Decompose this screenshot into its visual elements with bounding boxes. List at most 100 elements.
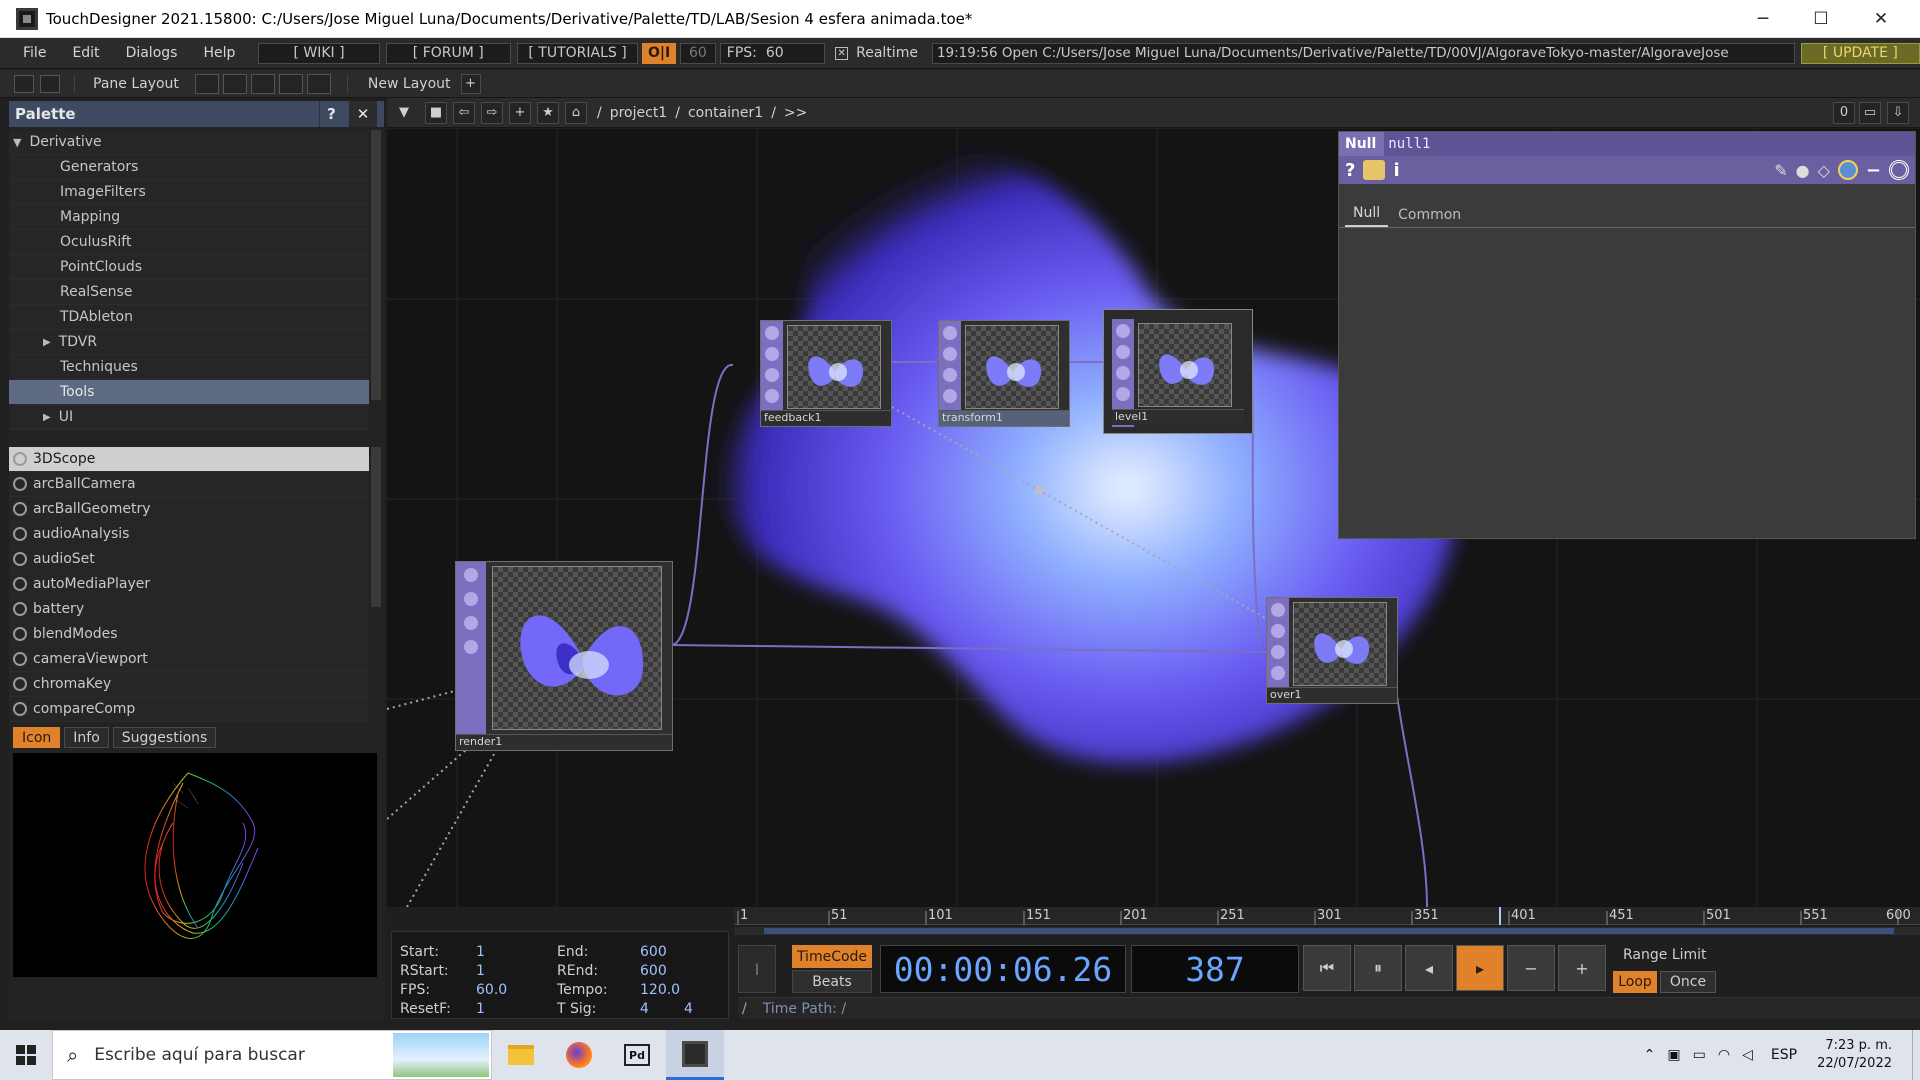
export-flag-icon[interactable] [765, 368, 779, 382]
menu-dialogs[interactable]: Dialogs [113, 45, 191, 61]
viewer-flag-icon[interactable] [464, 568, 478, 582]
add-layout-button[interactable]: + [460, 73, 481, 94]
range-bar[interactable] [734, 927, 1920, 935]
node-name-transform1[interactable]: transform1 [939, 410, 1069, 426]
realtime-checkbox[interactable]: ✕ [835, 46, 849, 60]
tree-item-tdableton[interactable]: TDAbleton [9, 305, 369, 330]
component-audioset[interactable]: audioSet [9, 547, 369, 572]
python-icon[interactable] [1837, 160, 1858, 180]
timeline-ruler[interactable]: 1 51 101 151 201 251 301 351 401 451 501… [734, 907, 1920, 925]
pause-icon[interactable]: ⏸ [1354, 945, 1402, 991]
update-button[interactable]: [ UPDATE ] [1800, 42, 1920, 64]
pane-layout-split-horizontal[interactable] [250, 73, 275, 94]
viewer-flag-icon[interactable] [765, 326, 779, 340]
export-flag-icon[interactable] [464, 616, 478, 630]
tab-suggestions[interactable]: Suggestions [112, 727, 217, 748]
component-blendmodes[interactable]: blendModes [9, 622, 369, 647]
path-root[interactable]: / [597, 105, 602, 121]
viewer-flag-icon[interactable] [1271, 603, 1285, 617]
taskbar-puredata[interactable]: Pd [608, 1030, 666, 1080]
close-window-button[interactable]: ✕ [1852, 0, 1910, 38]
node-name-over1[interactable]: over1 [1267, 687, 1397, 703]
lock-flag-icon[interactable] [765, 389, 779, 403]
bypass-flag-icon[interactable] [464, 592, 478, 606]
bypass-flag-icon[interactable] [1116, 345, 1130, 359]
taskbar-file-explorer[interactable] [492, 1030, 550, 1080]
component-arcballcamera[interactable]: arcBallCamera [9, 472, 369, 497]
pane-layout-four[interactable] [306, 73, 331, 94]
path-container1[interactable]: container1 [688, 105, 763, 121]
bypass-flag-icon[interactable] [943, 347, 957, 361]
path-more[interactable]: >> [784, 105, 807, 121]
tray-overflow-icon[interactable]: ⌃ [1644, 1047, 1656, 1063]
component-automediaplayer[interactable]: autoMediaPlayer [9, 572, 369, 597]
playhead[interactable] [1498, 907, 1501, 925]
step-minus-icon[interactable]: − [1507, 945, 1555, 991]
volume-icon[interactable]: ◁ [1742, 1047, 1753, 1063]
tree-item-imagefilters[interactable]: ImageFilters [9, 180, 369, 205]
timecode-display[interactable]: 00:00:06.26 [880, 945, 1126, 993]
bypass-flag-icon[interactable] [765, 347, 779, 361]
timeline-options-button[interactable]: I [738, 945, 776, 993]
forum-button[interactable]: [ FORUM ] [385, 42, 511, 64]
time-path-field[interactable]: Time Path: / [763, 1001, 846, 1017]
taskbar-search-box[interactable]: ⌕ Escribe aquí para buscar [52, 1030, 492, 1080]
rend-value[interactable]: 600 [640, 963, 667, 979]
tree-item-mapping[interactable]: Mapping [9, 205, 369, 230]
timecode-toggle[interactable]: TimeCode [792, 945, 872, 968]
end-value[interactable]: 600 [640, 944, 667, 960]
start-value[interactable]: 1 [476, 944, 485, 960]
viewer-flag-icon[interactable] [943, 326, 957, 340]
step-plus-icon[interactable]: + [1558, 945, 1606, 991]
tsig-denominator[interactable]: 4 [684, 1001, 693, 1017]
wiki-button[interactable]: [ WIKI ] [258, 42, 380, 64]
tree-item-generators[interactable]: Generators [9, 155, 369, 180]
meet-now-icon[interactable]: ▣ [1667, 1047, 1680, 1063]
tree-folder-derivative[interactable]: ▼ Derivative [9, 130, 369, 155]
home-icon[interactable] [40, 74, 60, 93]
node-render1[interactable]: render1 [455, 561, 673, 751]
component-audioanalysis[interactable]: audioAnalysis [9, 522, 369, 547]
node-over1[interactable]: over1 [1266, 597, 1398, 704]
node-name-feedback1[interactable]: feedback1 [761, 410, 891, 426]
tsig-numerator[interactable]: 4 [640, 1001, 649, 1017]
comment-icon[interactable]: ● [1796, 161, 1810, 180]
back-arrow-icon[interactable]: ⇦ [453, 101, 475, 124]
tree-item-tdvr[interactable]: ▶ TDVR [9, 330, 369, 355]
op-name-field[interactable]: null1 [1384, 132, 1915, 156]
component-battery[interactable]: battery [9, 597, 369, 622]
menu-edit[interactable]: Edit [59, 45, 112, 61]
component-3dscope[interactable]: 3DScope [9, 447, 369, 472]
node-name-level1[interactable]: level1 [1112, 409, 1244, 425]
lock-flag-icon[interactable] [1271, 666, 1285, 680]
export-flag-icon[interactable] [1271, 645, 1285, 659]
tree-item-techniques[interactable]: Techniques [9, 355, 369, 380]
python-help-icon[interactable] [1363, 160, 1386, 180]
once-button[interactable]: Once [1660, 971, 1716, 993]
taskbar-touchdesigner[interactable] [666, 1030, 724, 1080]
tree-item-realsense[interactable]: RealSense [9, 280, 369, 305]
cook-toggle-button[interactable]: O|I [642, 42, 676, 64]
path-project1[interactable]: project1 [610, 105, 668, 121]
taskbar-firefox[interactable] [550, 1030, 608, 1080]
pane-layout-single[interactable] [194, 73, 219, 94]
pane-layout-three[interactable] [278, 73, 303, 94]
tempo-value[interactable]: 120.0 [640, 982, 680, 998]
pane-layout-split-vertical[interactable] [222, 73, 247, 94]
edit-pencil-icon[interactable]: ✎ [1774, 161, 1787, 180]
wifi-icon[interactable]: ◠ [1718, 1047, 1730, 1063]
bypass-flag-icon[interactable] [1271, 624, 1285, 638]
beats-toggle[interactable]: Beats [792, 970, 872, 993]
eraser-icon[interactable]: ◇ [1818, 161, 1830, 180]
resetf-value[interactable]: 1 [476, 1001, 485, 1017]
lock-flag-icon[interactable] [1116, 387, 1130, 401]
tree-item-pointclouds[interactable]: PointClouds [9, 255, 369, 280]
node-level1[interactable]: level1 [1103, 309, 1253, 434]
frame-display[interactable]: 387 [1131, 945, 1299, 993]
pin-pane-icon[interactable]: ⇩ [1887, 101, 1909, 124]
stop-icon[interactable]: ■ [425, 101, 447, 124]
node-name-render1[interactable]: render1 [456, 734, 672, 750]
tree-item-ui[interactable]: ▶ UI [9, 405, 369, 430]
pane-menu-arrow-icon[interactable]: ▼ [393, 102, 415, 124]
palette-close-button[interactable]: ✕ [349, 101, 377, 127]
